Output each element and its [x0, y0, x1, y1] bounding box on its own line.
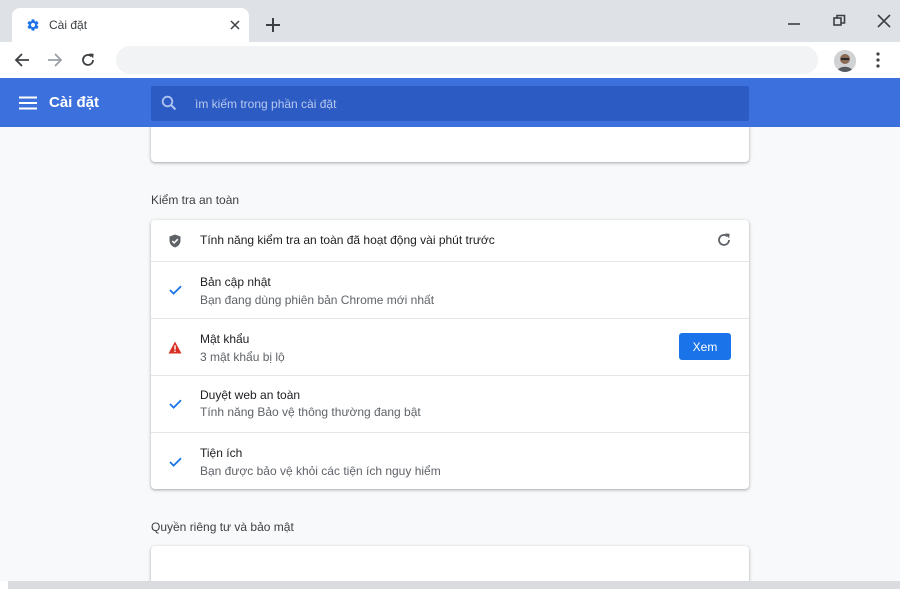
tab-settings[interactable]: Cài đặt	[12, 8, 249, 42]
check-icon	[168, 283, 182, 297]
avatar[interactable]	[834, 50, 856, 72]
safety-check-heading: Kiểm tra an toàn	[151, 193, 240, 207]
settings-content: Kiểm tra an toàn Tính năng kiểm tra an t…	[0, 127, 900, 581]
search-icon	[161, 95, 177, 111]
tab-title: Cài đặt	[49, 18, 88, 32]
safe-browsing-subtitle: Tính năng Bảo vệ thông thường đang bật	[200, 405, 421, 419]
horizontal-scrollbar[interactable]	[8, 581, 900, 589]
more-vert-icon[interactable]	[868, 49, 888, 71]
close-window-icon[interactable]	[873, 10, 895, 32]
safe-browsing-title: Duyệt web an toàn	[200, 388, 301, 402]
page-title: Cài đặt	[49, 94, 100, 111]
passwords-subtitle: 3 mật khẩu bị lộ	[200, 350, 285, 364]
list-item-passwords: Mật khẩu 3 mật khẩu bị lộ Xem	[151, 318, 749, 375]
check-icon	[168, 455, 182, 469]
gear-icon	[27, 19, 39, 31]
search-input[interactable]	[195, 86, 735, 121]
browser-toolbar	[0, 42, 900, 78]
list-item-safe-browsing: Duyệt web an toàn Tính năng Bảo vệ thông…	[151, 375, 749, 432]
list-item-extensions: Tiện ích Bạn được bảo vệ khỏi các tiện í…	[151, 432, 749, 489]
extensions-title: Tiện ích	[200, 446, 243, 460]
safety-check-card: Tính năng kiểm tra an toàn đã hoạt động …	[151, 220, 749, 489]
safety-summary-row: Tính năng kiểm tra an toàn đã hoạt động …	[151, 220, 749, 261]
address-bar[interactable]	[116, 46, 818, 74]
check-icon	[168, 397, 182, 411]
reload-icon[interactable]	[77, 49, 99, 71]
refresh-icon[interactable]	[716, 232, 732, 248]
view-passwords-button[interactable]: Xem	[679, 333, 731, 360]
restore-icon[interactable]	[828, 10, 850, 32]
warning-icon	[168, 340, 182, 354]
settings-search[interactable]	[151, 86, 749, 121]
back-icon[interactable]	[11, 49, 33, 71]
privacy-card	[151, 546, 749, 581]
privacy-heading: Quyền riêng tư và bảo mật	[151, 520, 294, 534]
settings-header: Cài đặt	[0, 78, 900, 127]
extensions-subtitle: Bạn được bảo vệ khỏi các tiện ích nguy h…	[200, 464, 441, 478]
new-tab-button[interactable]	[262, 14, 284, 36]
shield-check-icon	[168, 234, 182, 248]
minimize-icon[interactable]	[783, 10, 805, 32]
menu-icon[interactable]	[17, 92, 39, 114]
close-tab-icon[interactable]	[226, 16, 244, 34]
passwords-title: Mật khẩu	[200, 332, 250, 346]
updates-subtitle: Bạn đang dùng phiên bản Chrome mới nhất	[200, 293, 435, 307]
forward-icon[interactable]	[44, 49, 66, 71]
previous-card	[151, 127, 749, 162]
safety-summary-text: Tính năng kiểm tra an toàn đã hoạt động …	[200, 233, 495, 247]
updates-title: Bản cập nhật	[200, 275, 271, 289]
tab-strip: Cài đặt	[0, 0, 900, 42]
list-item-updates: Bản cập nhật Bạn đang dùng phiên bản Chr…	[151, 261, 749, 318]
